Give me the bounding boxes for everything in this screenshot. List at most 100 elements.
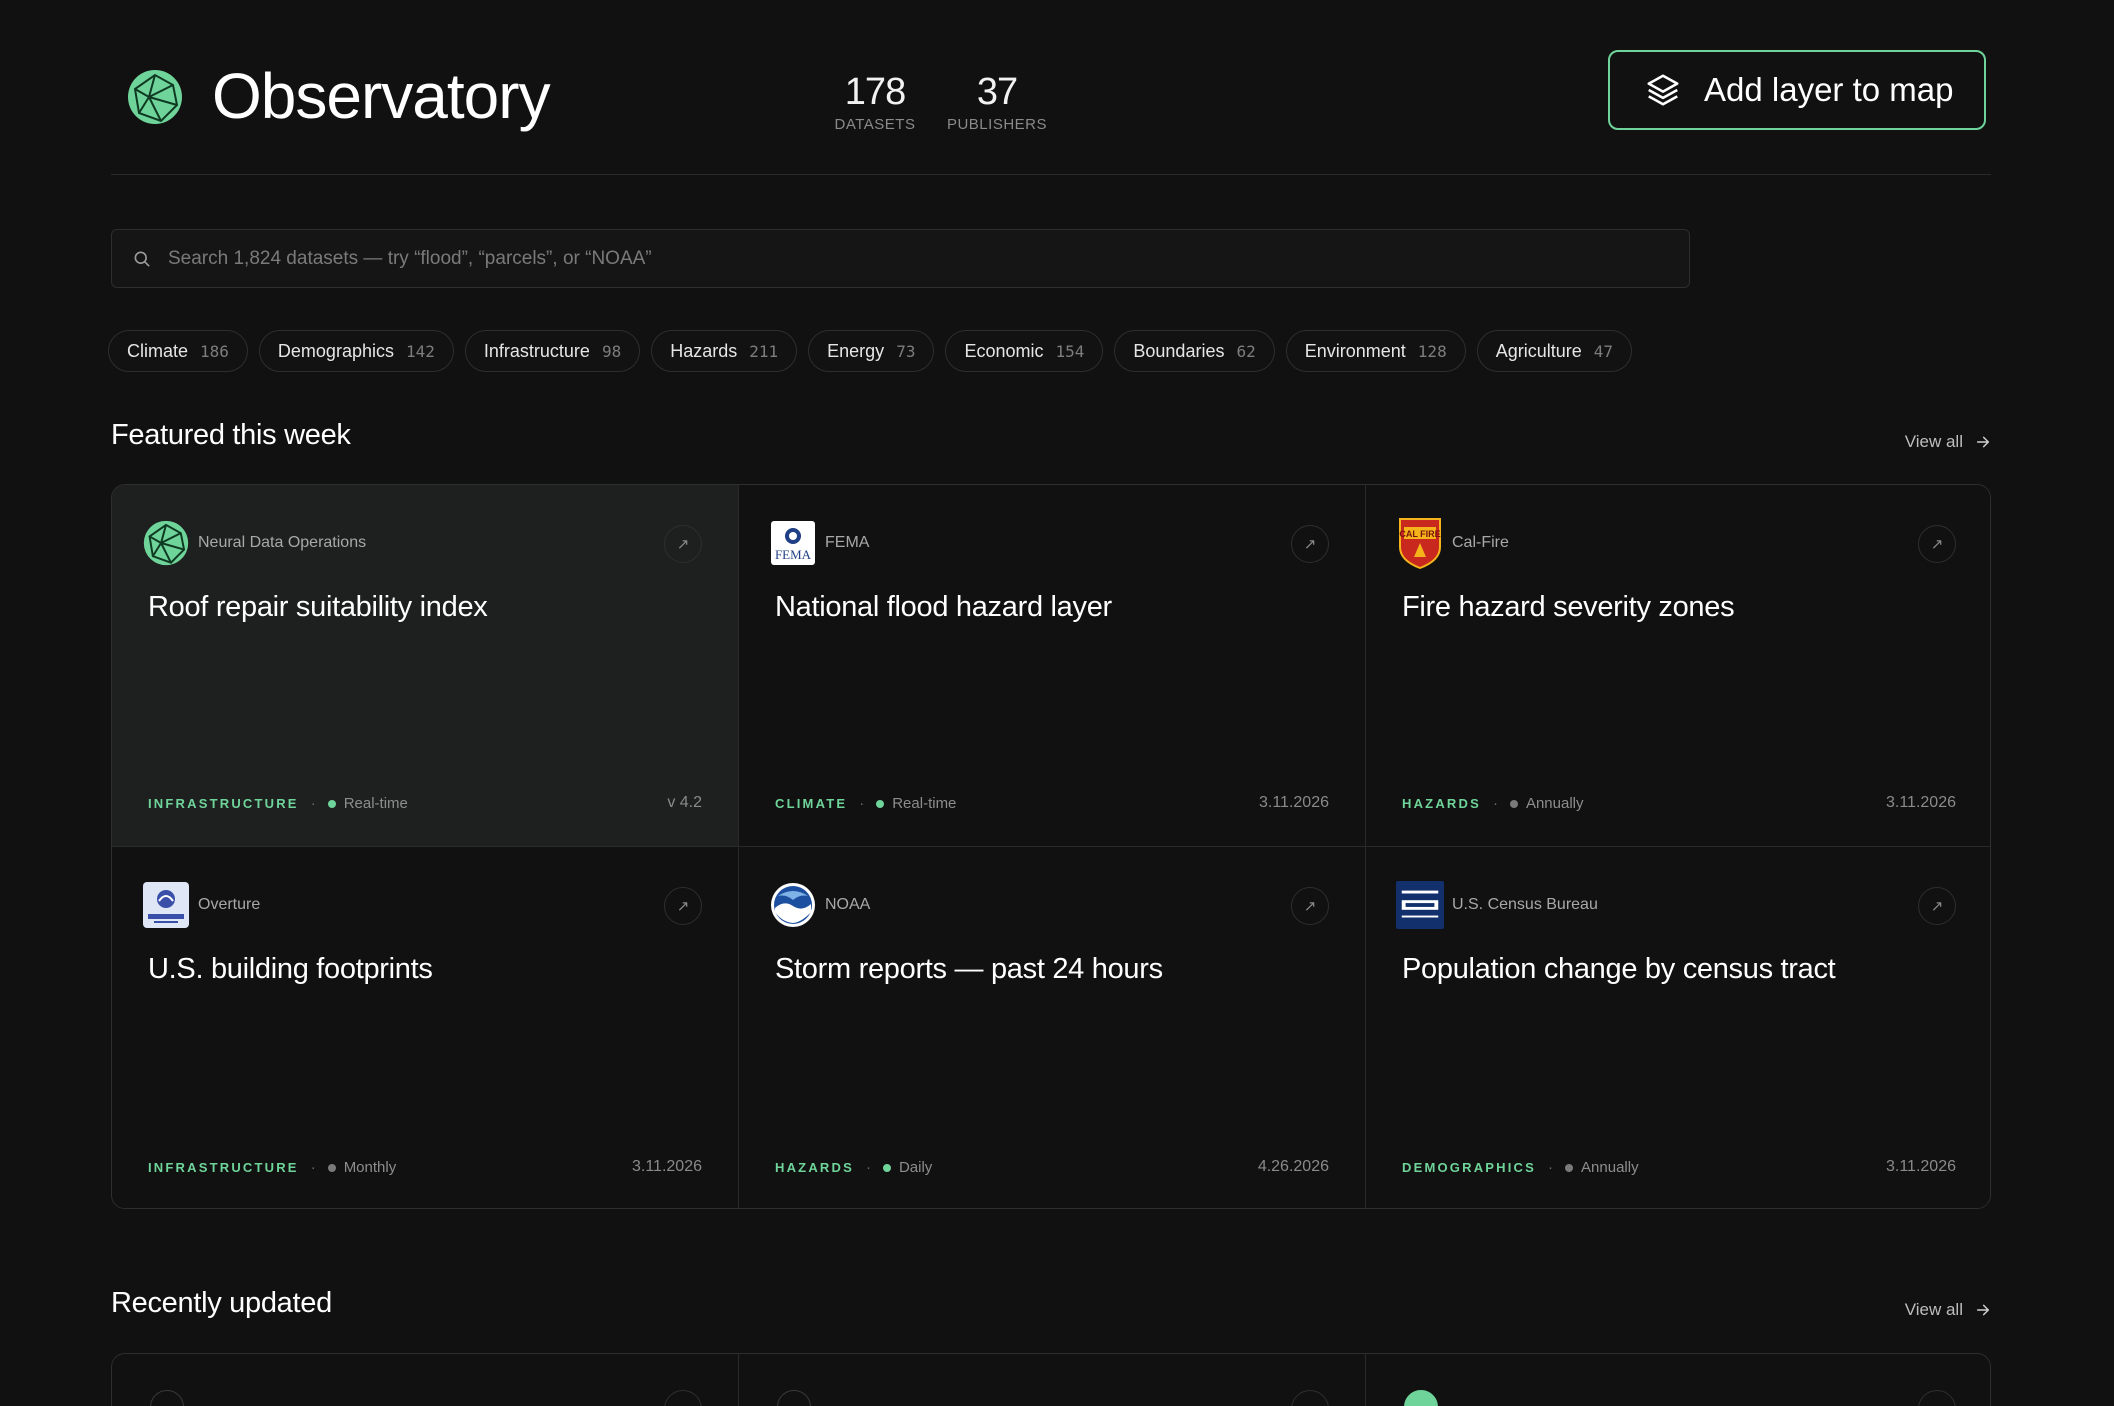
card-category: CLIMATE [775, 796, 848, 811]
chip-climate[interactable]: Climate 186 [108, 330, 248, 372]
card-meta: DEMOGRAPHICS · Annually [1402, 1159, 1639, 1176]
overture-logo-icon [142, 881, 190, 929]
card-category: DEMOGRAPHICS [1402, 1160, 1537, 1175]
chip-infrastructure[interactable]: Infrastructure 98 [464, 330, 641, 372]
chip-label: Demographics [277, 340, 394, 361]
arrow-right-icon [1976, 1304, 1990, 1316]
open-arrow-icon[interactable]: ↗ [1918, 525, 1956, 563]
card-publisher: U.S. Census Bureau [1396, 881, 1598, 929]
open-arrow-icon[interactable] [1918, 1390, 1956, 1406]
globe-icon [1404, 1390, 1438, 1406]
status-dot [327, 799, 336, 808]
card-publisher: NOAA [769, 881, 870, 929]
chip-label: Economic [964, 340, 1044, 361]
card-frequency: Monthly [327, 1159, 397, 1176]
status-dot [327, 1163, 336, 1172]
card-frequency: Daily [882, 1159, 933, 1176]
card-date: 3.11.2026 [1886, 1158, 1956, 1175]
arrow-right-icon [1976, 436, 1990, 448]
dataset-card[interactable]: Neural Data Operations ↗ Roof repair sui… [112, 485, 739, 847]
card-title: U.S. building footprints [148, 953, 433, 985]
chip-count: 128 [1417, 341, 1447, 361]
search-icon [134, 251, 150, 266]
dataset-card[interactable]: FEMA FEMA ↗ National flood hazard layer … [739, 485, 1366, 847]
dataset-card[interactable]: Overture ↗ U.S. building footprints INFR… [112, 847, 739, 1208]
app-logo-icon [127, 69, 183, 125]
stat-datasets: 178 DATASETS [832, 70, 918, 134]
card-publisher: FEMA FEMA [769, 519, 869, 567]
card-frequency: Annually [1509, 795, 1584, 812]
card-title: National flood hazard layer [775, 591, 1112, 623]
recent-dataset-card[interactable] [112, 1354, 739, 1406]
card-publisher: CAL FIRE Cal-Fire [1396, 518, 1509, 569]
card-meta: INFRASTRUCTURE · Monthly [148, 1159, 396, 1176]
open-arrow-icon[interactable] [664, 1390, 702, 1406]
stat-publishers-label: PUBLISHERS [946, 116, 1048, 133]
frequency-label: Real-time [343, 795, 408, 812]
add-layer-button[interactable]: Add layer to map [1608, 50, 1986, 130]
globe-icon [142, 519, 190, 567]
search-input[interactable] [168, 247, 1568, 270]
card-meta: HAZARDS · Annually [1402, 795, 1584, 812]
chip-count: 62 [1236, 341, 1256, 361]
card-date: 3.11.2026 [1886, 794, 1956, 811]
meta-separator: · [310, 795, 316, 812]
frequency-label: Monthly [343, 1159, 397, 1176]
chip-label: Agriculture [1495, 340, 1582, 361]
chip-label: Energy [827, 340, 885, 361]
app-title: Observatory [212, 60, 551, 132]
stat-publishers: 37 PUBLISHERS [946, 70, 1048, 134]
recent-dataset-card[interactable] [739, 1354, 1366, 1406]
publisher-name: Neural Data Operations [198, 534, 367, 551]
chip-boundaries[interactable]: Boundaries 62 [1114, 330, 1275, 372]
card-category: HAZARDS [775, 1160, 854, 1175]
chip-agriculture[interactable]: Agriculture 47 [1476, 330, 1633, 372]
publisher-name: U.S. Census Bureau [1452, 896, 1598, 913]
recent-dataset-card[interactable] [1366, 1354, 1990, 1406]
chip-economic[interactable]: Economic 154 [945, 330, 1104, 372]
card-date: 4.26.2026 [1257, 1158, 1329, 1175]
publisher-name: Cal-Fire [1452, 534, 1509, 551]
layers-icon [1647, 74, 1679, 106]
status-dot [876, 799, 885, 808]
chip-environment[interactable]: Environment 128 [1285, 330, 1466, 372]
featured-grid: Neural Data Operations ↗ Roof repair sui… [111, 484, 1991, 1209]
card-title: Population change by census tract [1402, 953, 1836, 985]
dataset-card[interactable]: U.S. Census Bureau ↗ Population change b… [1366, 847, 1990, 1208]
recent-title: Recently updated [111, 1287, 332, 1319]
card-category: INFRASTRUCTURE [148, 796, 299, 811]
search-bar[interactable] [111, 229, 1690, 288]
stat-datasets-value: 178 [844, 71, 906, 113]
chip-demographics[interactable]: Demographics 142 [258, 330, 454, 372]
dataset-card[interactable]: CAL FIRE Cal-Fire ↗ Fire hazard severity… [1366, 485, 1990, 847]
featured-title: Featured this week [111, 419, 351, 451]
open-arrow-icon[interactable]: ↗ [664, 525, 702, 563]
open-arrow-icon[interactable] [1291, 1390, 1329, 1406]
dataset-card[interactable]: NOAA ↗ Storm reports — past 24 hours HAZ… [739, 847, 1366, 1208]
card-meta: CLIMATE · Real-time [775, 795, 956, 812]
noaa-logo-icon [769, 881, 817, 929]
frequency-label: Daily [898, 1159, 933, 1176]
frequency-label: Annually [1525, 795, 1584, 812]
chip-label: Boundaries [1133, 340, 1225, 361]
fema-logo-icon: FEMA [769, 519, 817, 567]
recent-view-all-link[interactable]: View all [1905, 1300, 1991, 1320]
open-arrow-icon[interactable]: ↗ [1291, 525, 1329, 563]
publisher-logo-icon [777, 1390, 811, 1406]
card-date: 3.11.2026 [1259, 794, 1329, 811]
chip-energy[interactable]: Energy 73 [808, 330, 935, 372]
chip-hazards[interactable]: Hazards 211 [651, 330, 798, 372]
chip-label: Environment [1304, 340, 1406, 361]
open-arrow-icon[interactable]: ↗ [1291, 887, 1329, 925]
status-dot [1565, 1163, 1574, 1172]
open-arrow-icon[interactable]: ↗ [1918, 887, 1956, 925]
meta-separator: · [1492, 795, 1498, 812]
chip-count: 47 [1593, 341, 1614, 361]
census-logo-icon [1396, 881, 1444, 929]
publisher-logo-icon [150, 1390, 184, 1406]
stat-datasets-label: DATASETS [834, 116, 916, 133]
card-frequency: Real-time [876, 795, 956, 812]
featured-view-all-link[interactable]: View all [1905, 432, 1991, 452]
chip-count: 186 [200, 341, 229, 361]
open-arrow-icon[interactable]: ↗ [664, 887, 702, 925]
